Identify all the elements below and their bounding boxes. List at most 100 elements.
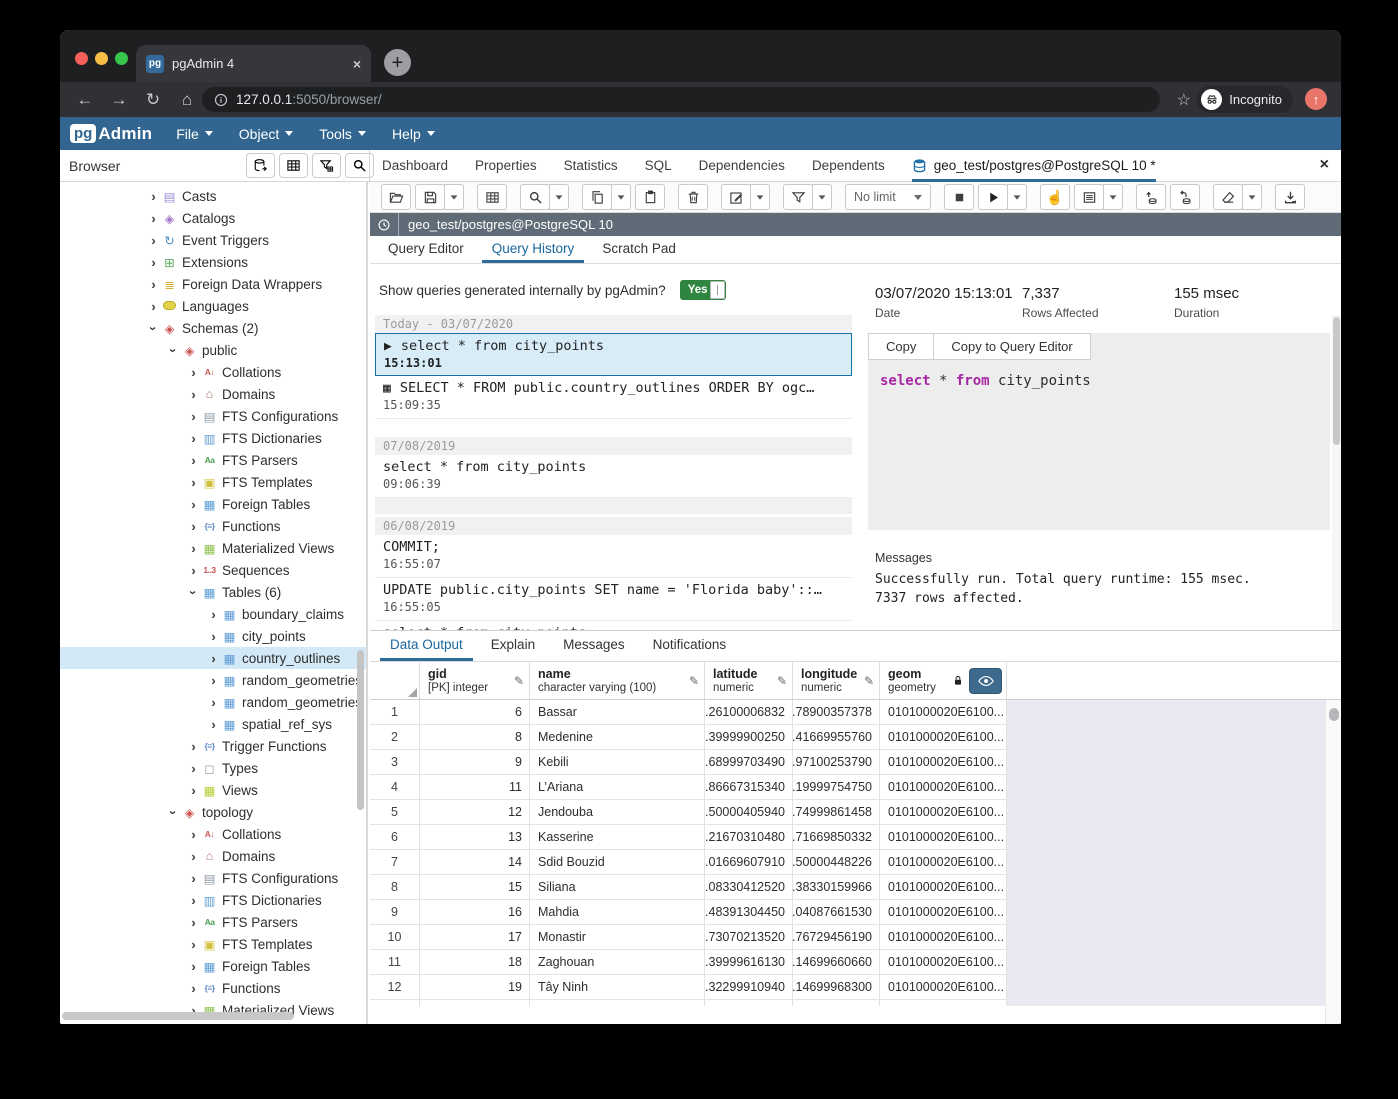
cell-geom[interactable]: 0101000020E6100... — [880, 725, 1007, 749]
tab-statistics[interactable]: Statistics — [564, 150, 618, 182]
menu-tools[interactable]: Tools — [319, 126, 366, 142]
cell-name[interactable]: Sdid Bouzid — [530, 850, 705, 874]
chevron-collapsed-icon[interactable]: › — [206, 673, 221, 688]
cell-gid[interactable]: 8 — [420, 725, 530, 749]
chevron-expanded-icon[interactable]: › — [186, 585, 201, 600]
copy-rows-dropdown-button[interactable] — [611, 184, 631, 210]
tree-item-random-geometries[interactable]: ›▦random_geometries — [60, 669, 366, 691]
history-scrollbar-thumb[interactable] — [1333, 317, 1340, 445]
tree-item-casts[interactable]: ›▤Casts — [60, 185, 366, 207]
cell-gid[interactable]: 11 — [420, 775, 530, 799]
chevron-collapsed-icon[interactable]: › — [186, 497, 201, 512]
menu-help[interactable]: Help — [392, 126, 435, 142]
cell-geom[interactable]: 0101000020E6100... — [880, 700, 1007, 724]
tree-item-foreign-tables[interactable]: ›▦Foreign Tables — [60, 493, 366, 515]
tree-item-domains[interactable]: ›⌂Domains — [60, 845, 366, 867]
view-geometry-button[interactable] — [969, 668, 1002, 694]
explain-cursor-button[interactable]: ☝ — [1040, 184, 1070, 210]
cell-gid[interactable]: 6 — [420, 700, 530, 724]
tree-item-fts-configurations[interactable]: ›▤FTS Configurations — [60, 867, 366, 889]
history-entry[interactable]: COMMIT;16:55:07 — [375, 535, 852, 578]
cell-longitude[interactable]: 9.50000448226 — [793, 850, 880, 874]
chevron-collapsed-icon[interactable]: › — [186, 981, 201, 996]
chevron-expanded-icon[interactable]: › — [166, 343, 181, 358]
copy-to-query-editor-button[interactable]: Copy to Query Editor — [934, 333, 1090, 360]
row-number[interactable]: 10 — [370, 925, 420, 949]
new-tab-button[interactable]: + — [384, 49, 411, 76]
chevron-collapsed-icon[interactable]: › — [186, 453, 201, 468]
cell-latitude[interactable]: .39999616130 — [705, 950, 793, 974]
commit-button[interactable] — [1136, 184, 1166, 210]
tab-messages[interactable]: Messages — [553, 631, 635, 661]
chevron-collapsed-icon[interactable]: › — [186, 959, 201, 974]
row-number[interactable]: 1 — [370, 700, 420, 724]
column-header-latitude[interactable]: latitudenumeric✎ — [705, 662, 793, 699]
cell-geom[interactable]: 0101000020E6100... — [880, 825, 1007, 849]
forward-icon[interactable]: → — [110, 90, 128, 110]
delete-rows-button[interactable] — [678, 184, 708, 210]
row-number[interactable]: 8 — [370, 875, 420, 899]
cell-longitude[interactable]: 9.38330159966 — [793, 875, 880, 899]
clear-dropdown-button[interactable] — [1242, 184, 1262, 210]
update-browser-button[interactable]: ↑ — [1305, 88, 1327, 110]
copy-rows-button[interactable] — [582, 184, 612, 210]
cell-gid[interactable]: 12 — [420, 800, 530, 824]
tree-item-country-outlines[interactable]: ›▦country_outlines — [60, 647, 366, 669]
cell-gid[interactable]: 14 — [420, 850, 530, 874]
cell-longitude[interactable]: 6.14699968300 — [793, 975, 880, 999]
cell-latitude[interactable]: .50000405940 — [705, 800, 793, 824]
home-icon[interactable]: ⌂ — [178, 90, 196, 110]
tree-item-sequences[interactable]: ›1..3Sequences — [60, 559, 366, 581]
chevron-collapsed-icon[interactable]: › — [146, 233, 161, 248]
site-info-icon[interactable] — [214, 93, 228, 107]
paste-rows-button[interactable] — [635, 184, 665, 210]
cell-latitude[interactable]: .32299910940 — [705, 975, 793, 999]
find-dropdown-button[interactable] — [549, 184, 569, 210]
select-all-header[interactable] — [370, 662, 420, 699]
chevron-collapsed-icon[interactable]: › — [186, 563, 201, 578]
row-number[interactable]: 7 — [370, 850, 420, 874]
history-entry[interactable]: select * from city_points09:06:39 — [375, 455, 852, 498]
chevron-collapsed-icon[interactable]: › — [146, 211, 161, 226]
tree-item-trigger-functions[interactable]: ›{≡}Trigger Functions — [60, 735, 366, 757]
chevron-collapsed-icon[interactable]: › — [186, 871, 201, 886]
tree-item-functions[interactable]: ›{≡}Functions — [60, 977, 366, 999]
copy-button[interactable]: Copy — [868, 333, 934, 360]
cell-name[interactable]: Kasserine — [530, 825, 705, 849]
edit-options-button[interactable] — [721, 184, 751, 210]
history-entry[interactable]: ▶select * from city_points15:13:01 — [375, 333, 852, 376]
column-header-longitude[interactable]: longitudenumeric✎ — [793, 662, 880, 699]
tree-item-extensions[interactable]: ›⊞Extensions — [60, 251, 366, 273]
chevron-collapsed-icon[interactable]: › — [206, 695, 221, 710]
explain-options-dropdown-button[interactable] — [1103, 184, 1123, 210]
chevron-collapsed-icon[interactable]: › — [186, 849, 201, 864]
cell-longitude[interactable]: 8.74999861458 — [793, 800, 880, 824]
tab-query-editor[interactable]: Query Editor — [378, 236, 474, 263]
chevron-collapsed-icon[interactable]: › — [186, 827, 201, 842]
cell-longitude[interactable]: 1.04087661530 — [793, 900, 880, 924]
tab-data-output[interactable]: Data Output — [380, 631, 473, 661]
tree-item-views[interactable]: ›▦Views — [60, 779, 366, 801]
edit-options-dropdown-button[interactable] — [750, 184, 770, 210]
address-bar[interactable]: 127.0.0.1:5050/browser/ — [202, 87, 1160, 112]
save-button[interactable] — [415, 184, 445, 210]
tree-item-languages[interactable]: ›Languages — [60, 295, 366, 317]
chevron-collapsed-icon[interactable]: › — [186, 519, 201, 534]
tree-item-fts-dictionaries[interactable]: ›▥FTS Dictionaries — [60, 427, 366, 449]
column-header-gid[interactable]: gid[PK] integer✎ — [420, 662, 530, 699]
cell-gid[interactable]: 19 — [420, 975, 530, 999]
tree-item-fts-dictionaries[interactable]: ›▥FTS Dictionaries — [60, 889, 366, 911]
tree-item-fts-parsers[interactable]: ›AaFTS Parsers — [60, 911, 366, 933]
tree-item-fts-parsers[interactable]: ›AaFTS Parsers — [60, 449, 366, 471]
cell-latitude[interactable]: .39999900250 — [705, 725, 793, 749]
minimize-window-button[interactable] — [95, 52, 108, 65]
chevron-collapsed-icon[interactable]: › — [186, 541, 201, 556]
cell-name[interactable]: Jendouba — [530, 800, 705, 824]
grid-scrollbar-thumb[interactable] — [1329, 708, 1339, 721]
tree-item-materialized-views[interactable]: ›▦Materialized Views — [60, 537, 366, 559]
tree-item-public[interactable]: ›◈public — [60, 339, 366, 361]
row-number[interactable]: 2 — [370, 725, 420, 749]
chevron-collapsed-icon[interactable]: › — [146, 189, 161, 204]
cell-name[interactable]: Monastir — [530, 925, 705, 949]
close-window-button[interactable] — [75, 52, 88, 65]
